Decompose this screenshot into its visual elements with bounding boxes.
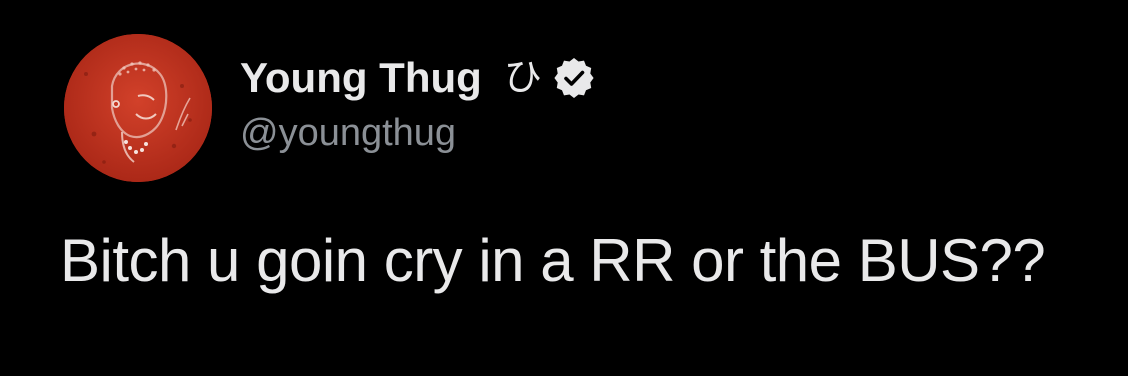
name-glyph: ひ bbox=[503, 57, 542, 99]
display-name[interactable]: Young Thug bbox=[240, 54, 482, 102]
verified-badge-icon bbox=[554, 58, 594, 98]
avatar-illustration-icon bbox=[64, 34, 212, 182]
tweet-text: Bitch u goin cry in a RR or the BUS?? bbox=[60, 227, 1046, 294]
tweet-card: Young Thug ひ @youngthug Bitch u goin cry… bbox=[0, 0, 1128, 376]
user-handle[interactable]: @youngthug bbox=[240, 112, 594, 155]
avatar[interactable] bbox=[64, 34, 212, 182]
tweet-header: Young Thug ひ @youngthug bbox=[240, 52, 594, 155]
name-row: Young Thug ひ bbox=[240, 52, 594, 104]
